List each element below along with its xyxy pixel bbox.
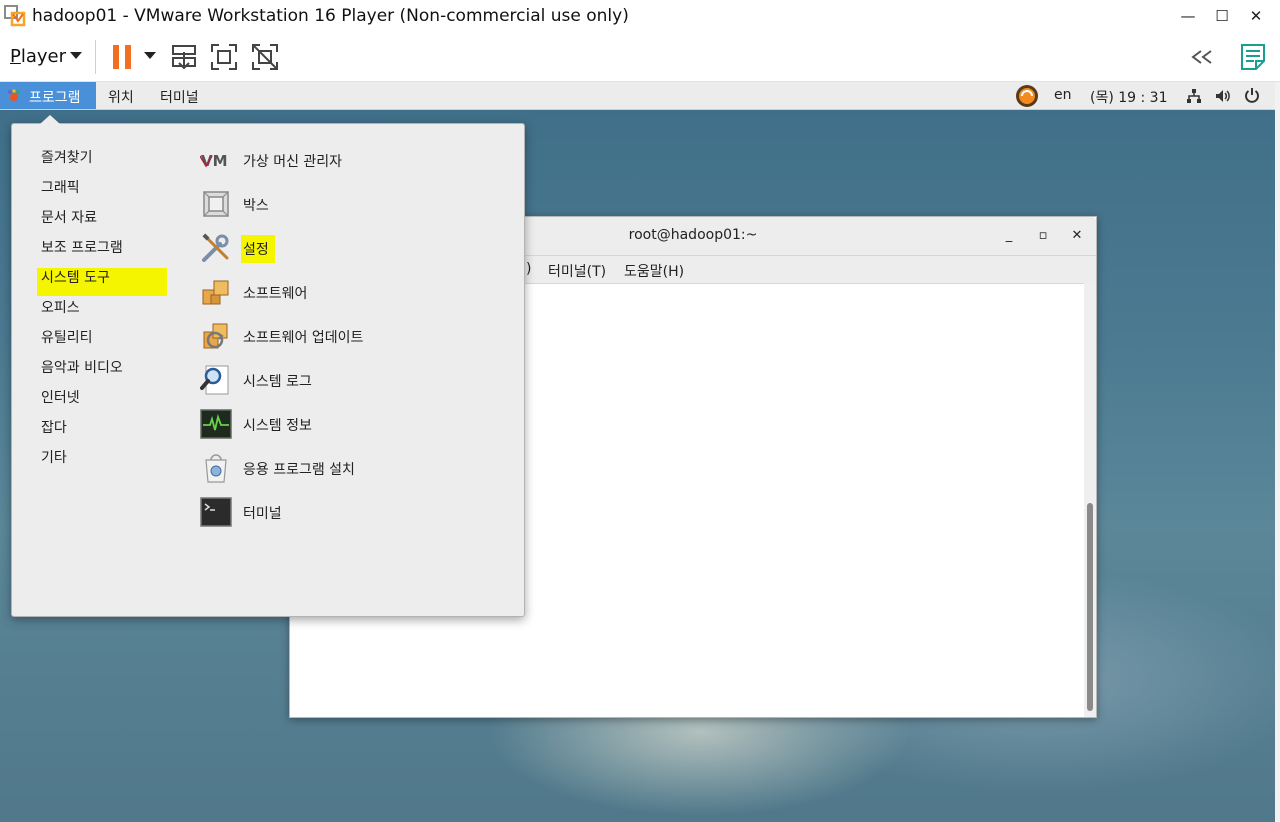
terminal-close-button[interactable]: ✕ (1067, 226, 1087, 246)
software-update-icon (203, 323, 228, 349)
app-install-icon (205, 454, 227, 483)
system-log-icon (200, 365, 229, 395)
gnome-top-panel: 프로그램 위치 터미널 en (목) 19 : 31 (0, 82, 1275, 110)
app-system-log[interactable]: 시스템 로그 (200, 362, 500, 398)
terminal-icon (200, 497, 232, 527)
panel-terminal-button[interactable]: 터미널 (160, 87, 199, 107)
close-button[interactable]: ✕ (1241, 4, 1271, 28)
virt-manager-icon: VM (200, 152, 228, 170)
vmware-titlebar: hadoop01 - VMware Workstation 16 Player … (0, 0, 1280, 33)
category-office[interactable]: 오피스 (41, 297, 80, 317)
app-settings[interactable]: 설정 (200, 230, 500, 266)
notes-icon[interactable] (1240, 43, 1266, 71)
app-boxes[interactable]: 박스 (200, 186, 500, 222)
volume-icon[interactable] (1214, 88, 1232, 104)
player-menu-button[interactable]: Player (10, 46, 66, 67)
menu-pointer-arrow (40, 115, 60, 124)
category-documents[interactable]: 문서 자료 (41, 207, 97, 227)
update-notifier-icon[interactable] (1015, 84, 1039, 108)
minimize-button[interactable]: — (1173, 4, 1203, 28)
software-icon (202, 280, 229, 305)
vmware-toolbar: Player (0, 33, 1280, 82)
category-internet[interactable]: 인터넷 (41, 387, 80, 407)
places-menu-button[interactable]: 위치 (108, 87, 134, 107)
fullscreen-icon[interactable] (209, 42, 239, 72)
toolbar-separator (95, 40, 96, 74)
vmware-window-border (1275, 82, 1280, 822)
terminal-menu-partial[interactable]: ) (526, 261, 531, 277)
category-favorites[interactable]: 즐겨찾기 (41, 147, 93, 167)
gnome-foot-icon (8, 89, 20, 101)
app-software-update[interactable]: 소프트웨어 업데이트 (200, 318, 500, 354)
applications-menu: 즐겨찾기 그래픽 문서 자료 보조 프로그램 시스템 도구 오피스 유틸리티 음… (11, 115, 525, 617)
applications-menu-button[interactable]: 프로그램 (0, 82, 96, 109)
category-accessories[interactable]: 보조 프로그램 (41, 237, 123, 257)
system-monitor-icon (200, 409, 232, 439)
player-menu-caret-icon[interactable] (70, 52, 82, 59)
terminal-minimize-button[interactable]: _ (999, 226, 1019, 246)
app-system-monitor[interactable]: 시스템 정보 (200, 406, 500, 442)
boxes-icon (203, 191, 229, 217)
settings-tools-icon (202, 233, 229, 262)
input-language-indicator[interactable]: en (1054, 87, 1072, 103)
svg-text:VM: VM (201, 152, 228, 170)
pause-icon[interactable] (108, 42, 138, 72)
window-title: hadoop01 - VMware Workstation 16 Player … (32, 6, 629, 26)
category-sundry[interactable]: 잡다 (41, 417, 67, 437)
power-options-caret-icon[interactable] (144, 52, 156, 59)
maximize-button[interactable]: ☐ (1207, 4, 1237, 28)
collapse-toolbar-icon[interactable] (1188, 44, 1216, 70)
app-virt-manager[interactable]: VM 가상 머신 관리자 (200, 142, 500, 178)
send-ctrl-alt-del-icon[interactable] (169, 42, 199, 72)
terminal-maximize-button[interactable]: ▫ (1033, 226, 1053, 246)
app-install[interactable]: 응용 프로그램 설치 (200, 450, 500, 486)
network-icon[interactable] (1186, 88, 1202, 104)
app-software[interactable]: 소프트웨어 (200, 274, 500, 310)
unity-mode-icon[interactable] (250, 42, 280, 72)
terminal-menu-help[interactable]: 도움말(H) (624, 261, 684, 281)
category-system-tools[interactable]: 시스템 도구 (41, 267, 110, 287)
panel-clock[interactable]: (목) 19 : 31 (1090, 87, 1168, 107)
category-utilities[interactable]: 유틸리티 (41, 327, 93, 347)
power-icon[interactable] (1244, 87, 1260, 103)
app-terminal[interactable]: 터미널 (200, 494, 500, 530)
terminal-scrollbar-thumb[interactable] (1087, 503, 1093, 711)
terminal-scrollbar[interactable] (1084, 283, 1096, 717)
guest-desktop[interactable]: 프로그램 위치 터미널 en (목) 19 : 31 root@hadoop01… (0, 82, 1275, 822)
category-graphics[interactable]: 그래픽 (41, 177, 80, 197)
vmware-logo-icon (4, 5, 26, 27)
category-sound-video[interactable]: 음악과 비디오 (41, 357, 123, 377)
category-other[interactable]: 기타 (41, 447, 67, 467)
terminal-menu-terminal[interactable]: 터미널(T) (548, 261, 606, 281)
